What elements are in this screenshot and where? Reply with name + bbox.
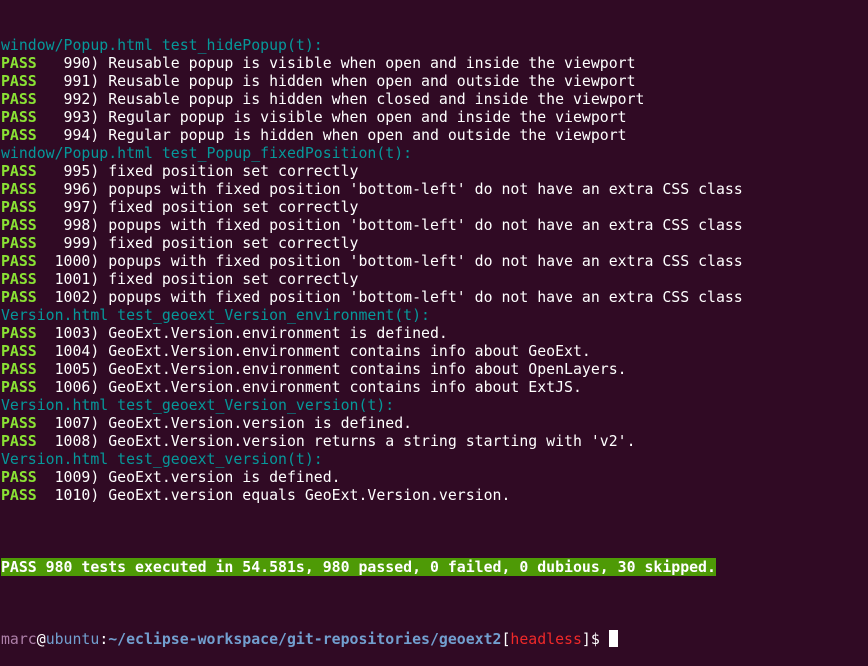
- prompt-colon: :: [99, 630, 109, 648]
- test-result-line: PASS 1008) GeoExt.Version.version return…: [1, 432, 868, 450]
- pass-status: PASS: [1, 162, 37, 180]
- test-result-line: PASS 995) fixed position set correctly: [1, 162, 868, 180]
- pass-status: PASS: [1, 360, 37, 378]
- test-result-line: PASS 993) Regular popup is visible when …: [1, 108, 868, 126]
- pass-status: PASS: [1, 288, 37, 306]
- test-group-name: Version.html test_geoext_Version_environ…: [1, 306, 430, 324]
- pass-status: PASS: [1, 378, 37, 396]
- test-result-line: PASS 990) Reusable popup is visible when…: [1, 54, 868, 72]
- test-group-header: Version.html test_geoext_Version_version…: [1, 396, 868, 414]
- test-description: 1000) popups with fixed position 'bottom…: [36, 252, 743, 270]
- test-description: 993) Regular popup is visible when open …: [36, 108, 627, 126]
- shell-prompt-line[interactable]: marc@ubuntu:~/eclipse-workspace/git-repo…: [1, 630, 868, 648]
- test-description: 1006) GeoExt.Version.environment contain…: [36, 378, 582, 396]
- terminal-window[interactable]: window/Popup.html test_hidePopup(t): PASS…: [1, 0, 868, 648]
- prompt-at-sign: @: [36, 630, 46, 648]
- test-group-name: Version.html test_geoext_Version_version…: [1, 396, 395, 414]
- test-description: 992) Reusable popup is hidden when close…: [36, 90, 645, 108]
- test-group-name: window/Popup.html test_hidePopup(t):: [1, 36, 323, 54]
- test-description: 1005) GeoExt.Version.environment contain…: [36, 360, 627, 378]
- pass-status: PASS: [1, 54, 37, 72]
- terminal-cursor[interactable]: [608, 630, 618, 647]
- test-description: 997) fixed position set correctly: [36, 198, 359, 216]
- test-group-name: window/Popup.html test_Popup_fixedPositi…: [1, 144, 413, 162]
- test-description: 1001) fixed position set correctly: [36, 270, 359, 288]
- prompt-path: ~/eclipse-workspace/git-repositories/geo…: [108, 630, 502, 648]
- prompt-user: marc: [1, 630, 37, 648]
- test-description: 990) Reusable popup is visible when open…: [36, 54, 636, 72]
- test-description: 998) popups with fixed position 'bottom-…: [36, 216, 743, 234]
- pass-status: PASS: [1, 180, 37, 198]
- prompt-bracket-open: [: [501, 630, 511, 648]
- test-result-line: PASS 996) popups with fixed position 'bo…: [1, 180, 868, 198]
- test-group-header: window/Popup.html test_Popup_fixedPositi…: [1, 144, 868, 162]
- pass-status: PASS: [1, 126, 37, 144]
- prompt-bracket-close: ]: [581, 630, 591, 648]
- prompt-git-branch: headless: [510, 630, 582, 648]
- test-result-line: PASS 1003) GeoExt.Version.environment is…: [1, 324, 868, 342]
- test-result-line: PASS 998) popups with fixed position 'bo…: [1, 216, 868, 234]
- pass-status: PASS: [1, 432, 37, 450]
- test-description: 994) Regular popup is hidden when open a…: [36, 126, 627, 144]
- test-description: 1004) GeoExt.Version.environment contain…: [36, 342, 591, 360]
- test-description: 995) fixed position set correctly: [36, 162, 359, 180]
- test-group-header: Version.html test_geoext_Version_environ…: [1, 306, 868, 324]
- test-result-line: PASS 1002) popups with fixed position 'b…: [1, 288, 868, 306]
- terminal-output: window/Popup.html test_hidePopup(t): PASS…: [1, 36, 868, 504]
- test-summary-line: PASS 980 tests executed in 54.581s, 980 …: [1, 558, 868, 576]
- test-summary-bar: PASS 980 tests executed in 54.581s, 980 …: [1, 558, 716, 576]
- pass-status: PASS: [1, 414, 37, 432]
- pass-status: PASS: [1, 198, 37, 216]
- test-result-line: PASS 994) Regular popup is hidden when o…: [1, 126, 868, 144]
- pass-status: PASS: [1, 468, 37, 486]
- pass-status: PASS: [1, 324, 37, 342]
- test-description: 1010) GeoExt.version equals GeoExt.Versi…: [36, 486, 511, 504]
- pass-status: PASS: [1, 252, 37, 270]
- prompt-dollar: $: [590, 630, 600, 648]
- pass-status: PASS: [1, 342, 37, 360]
- pass-status: PASS: [1, 72, 37, 90]
- pass-status: PASS: [1, 90, 37, 108]
- pass-status: PASS: [1, 486, 37, 504]
- test-result-line: PASS 1009) GeoExt.version is defined.: [1, 468, 868, 486]
- pass-status: PASS: [1, 270, 37, 288]
- test-result-line: PASS 1007) GeoExt.Version.version is def…: [1, 414, 868, 432]
- test-group-header: Version.html test_geoext_version(t):: [1, 450, 868, 468]
- test-description: 1002) popups with fixed position 'bottom…: [36, 288, 743, 306]
- test-result-line: PASS 991) Reusable popup is hidden when …: [1, 72, 868, 90]
- test-result-line: PASS 999) fixed position set correctly: [1, 234, 868, 252]
- test-result-line: PASS 1000) popups with fixed position 'b…: [1, 252, 868, 270]
- test-result-line: PASS 997) fixed position set correctly: [1, 198, 868, 216]
- test-description: 1009) GeoExt.version is defined.: [36, 468, 341, 486]
- test-result-line: PASS 992) Reusable popup is hidden when …: [1, 90, 868, 108]
- test-description: 996) popups with fixed position 'bottom-…: [36, 180, 743, 198]
- pass-status: PASS: [1, 216, 37, 234]
- test-group-name: Version.html test_geoext_version(t):: [1, 450, 323, 468]
- prompt-host: ubuntu: [45, 630, 100, 648]
- test-description: 1003) GeoExt.Version.environment is defi…: [36, 324, 448, 342]
- test-result-line: PASS 1005) GeoExt.Version.environment co…: [1, 360, 868, 378]
- test-description: 1007) GeoExt.Version.version is defined.: [36, 414, 413, 432]
- test-description: 999) fixed position set correctly: [36, 234, 359, 252]
- test-result-line: PASS 1010) GeoExt.version equals GeoExt.…: [1, 486, 868, 504]
- pass-status: PASS: [1, 234, 37, 252]
- test-group-header: window/Popup.html test_hidePopup(t):: [1, 36, 868, 54]
- pass-status: PASS: [1, 108, 37, 126]
- test-result-line: PASS 1006) GeoExt.Version.environment co…: [1, 378, 868, 396]
- test-description: 1008) GeoExt.Version.version returns a s…: [36, 432, 636, 450]
- test-result-line: PASS 1001) fixed position set correctly: [1, 270, 868, 288]
- test-result-line: PASS 1004) GeoExt.Version.environment co…: [1, 342, 868, 360]
- test-description: 991) Reusable popup is hidden when open …: [36, 72, 636, 90]
